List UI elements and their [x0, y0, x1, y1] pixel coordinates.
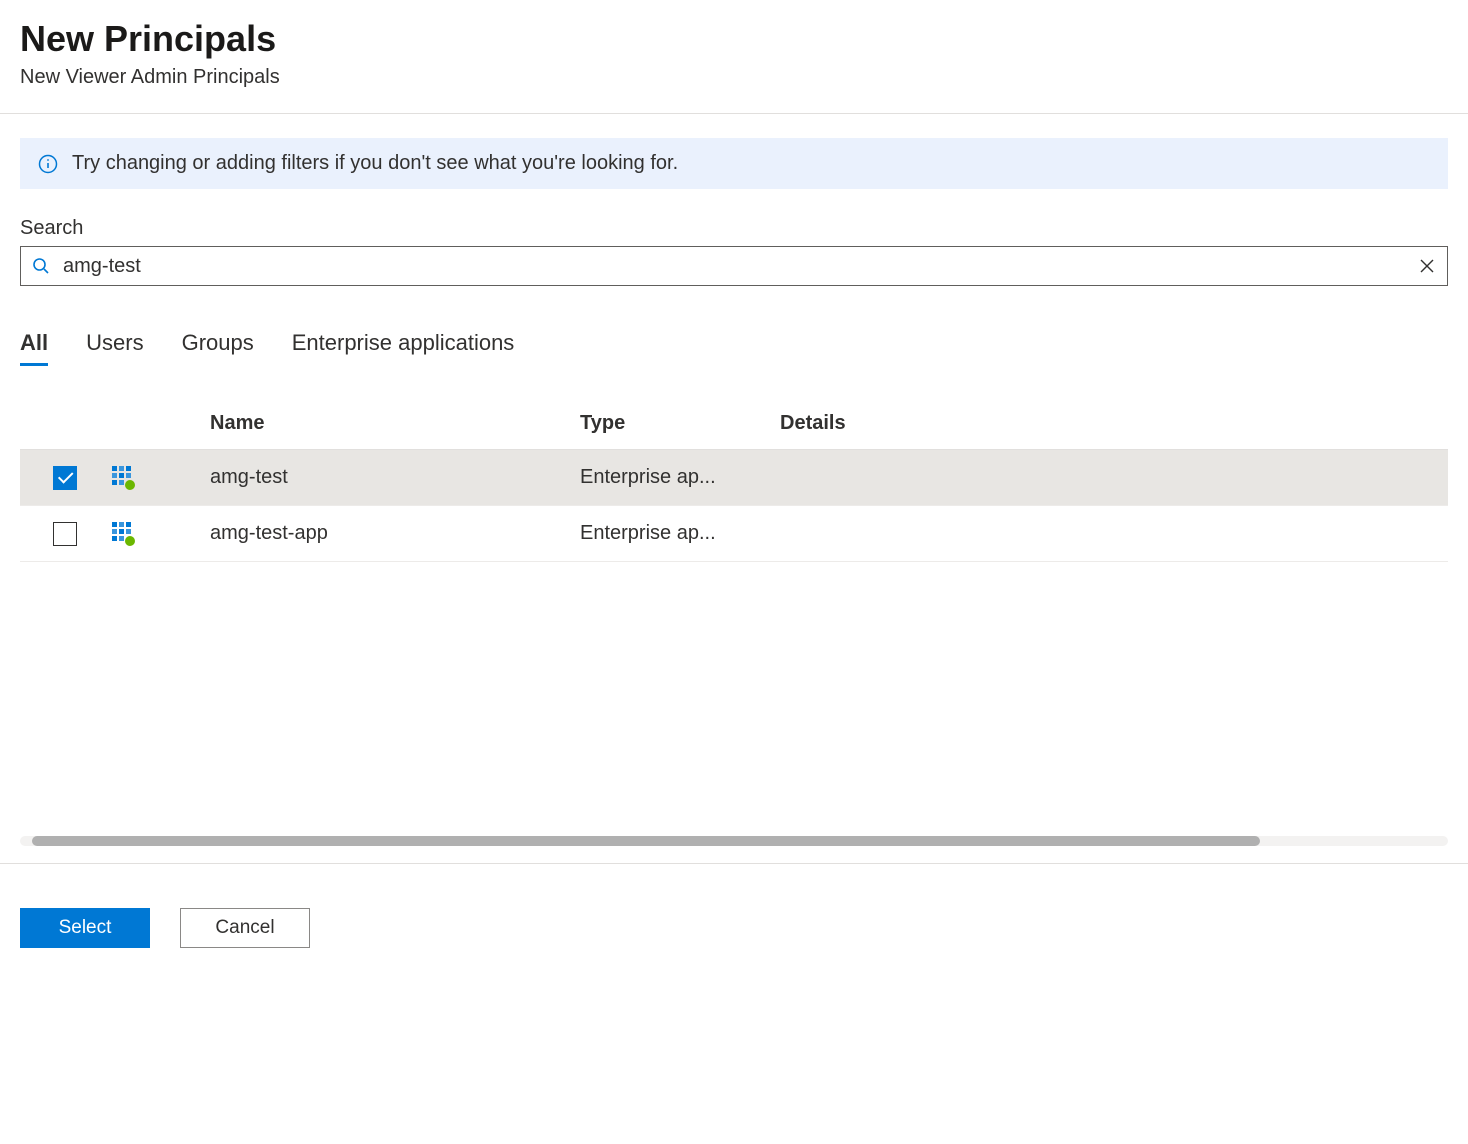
row-name: amg-test [210, 466, 580, 489]
enterprise-app-icon [110, 464, 138, 492]
results-table: Name Type Details amg-t [20, 412, 1448, 562]
footer-divider [0, 863, 1468, 864]
scrollbar-thumb[interactable] [32, 836, 1260, 846]
row-type: Enterprise ap... [580, 466, 780, 489]
column-header-type[interactable]: Type [580, 412, 780, 435]
cancel-button[interactable]: Cancel [180, 908, 310, 948]
table-row[interactable]: amg-test-app Enterprise ap... [20, 506, 1448, 562]
search-icon [31, 256, 51, 276]
horizontal-scrollbar[interactable] [20, 836, 1448, 846]
tab-enterprise-applications[interactable]: Enterprise applications [292, 330, 515, 366]
tab-all[interactable]: All [20, 330, 48, 366]
table-row[interactable]: amg-test Enterprise ap... [20, 450, 1448, 506]
row-name: amg-test-app [210, 522, 580, 545]
filter-tabs: All Users Groups Enterprise applications [20, 330, 1448, 366]
tab-groups[interactable]: Groups [182, 330, 254, 366]
row-type: Enterprise ap... [580, 522, 780, 545]
table-header-row: Name Type Details [20, 412, 1448, 450]
page-subtitle: New Viewer Admin Principals [20, 66, 1448, 89]
search-field-wrapper[interactable] [20, 246, 1448, 286]
info-message: Try changing or adding filters if you do… [72, 152, 678, 175]
search-label: Search [20, 217, 1448, 240]
page-title: New Principals [20, 18, 1448, 60]
tab-users[interactable]: Users [86, 330, 143, 366]
enterprise-app-icon [110, 520, 138, 548]
clear-search-icon[interactable] [1417, 256, 1437, 276]
header-divider [0, 113, 1468, 114]
info-icon [38, 154, 58, 174]
info-bar: Try changing or adding filters if you do… [20, 138, 1448, 189]
column-header-name[interactable]: Name [210, 412, 580, 435]
select-button[interactable]: Select [20, 908, 150, 948]
row-checkbox[interactable] [53, 522, 77, 546]
row-checkbox[interactable] [53, 466, 77, 490]
column-header-details[interactable]: Details [780, 412, 1448, 435]
search-input[interactable] [51, 255, 1417, 278]
